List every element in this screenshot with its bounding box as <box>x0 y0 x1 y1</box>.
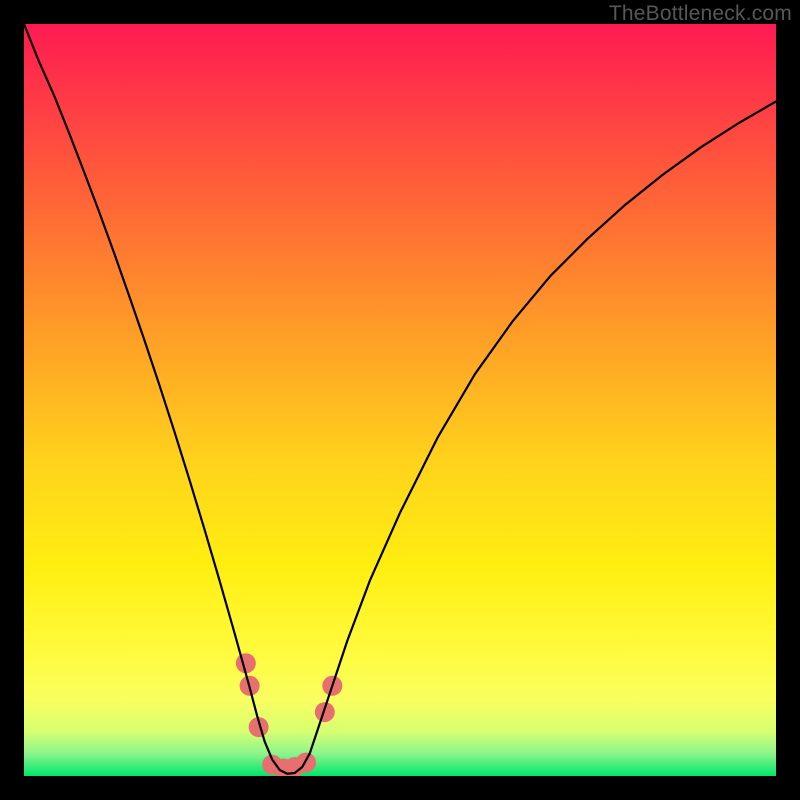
gradient-background <box>24 24 776 776</box>
chart-plot <box>24 24 776 776</box>
watermark-text: TheBottleneck.com <box>609 2 792 26</box>
chart-frame <box>24 24 776 776</box>
